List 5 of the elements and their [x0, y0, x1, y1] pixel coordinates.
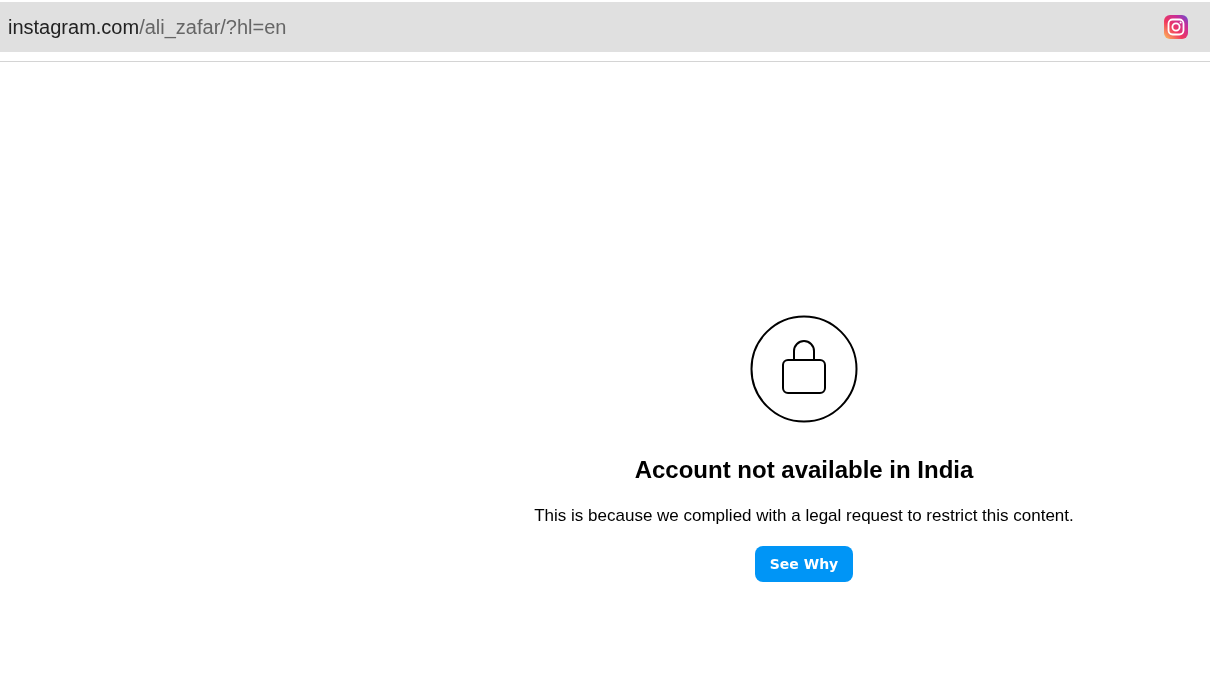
- lock-icon: [750, 315, 858, 423]
- url-text[interactable]: instagram.com/ali_zafar/?hl=en: [8, 15, 287, 39]
- message-text: This is because we complied with a legal request to restrict this content.: [534, 506, 1074, 526]
- message-title: Account not available in India: [634, 456, 974, 484]
- camera-app-icon[interactable]: [1164, 15, 1188, 39]
